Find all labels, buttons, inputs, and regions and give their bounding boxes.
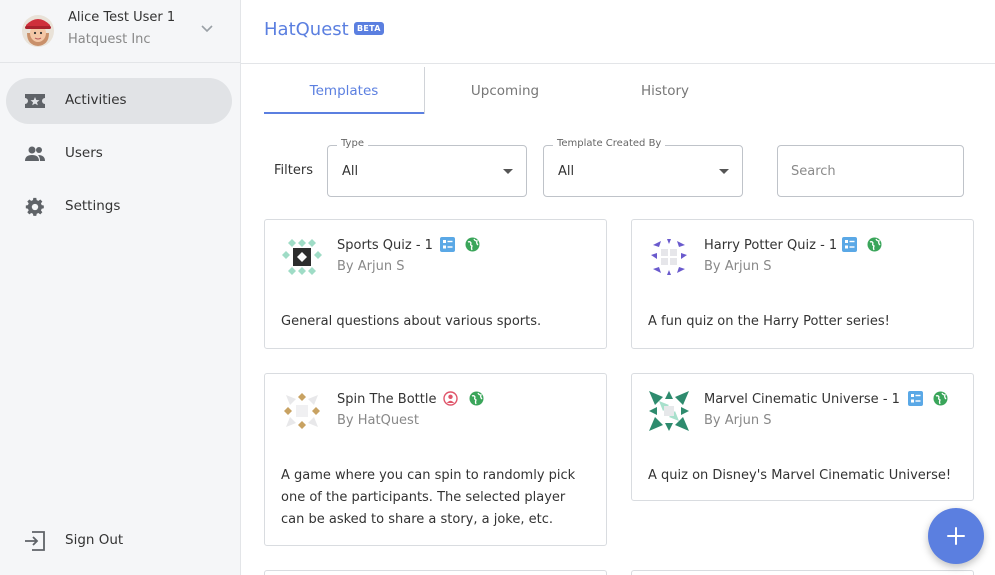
- dropdown-arrow-icon: [719, 169, 729, 174]
- sidebar-item-activities[interactable]: Activities: [6, 78, 232, 124]
- card-author: By HatQuest: [337, 413, 419, 428]
- card-title: Sports Quiz - 1: [337, 238, 433, 253]
- card-title: Harry Potter Quiz - 1: [704, 238, 838, 253]
- add-template-button[interactable]: [928, 508, 984, 564]
- card-description: A fun quiz on the Harry Potter series!: [648, 314, 890, 329]
- user-org: Hatquest Inc: [68, 32, 151, 47]
- type-select[interactable]: Type All: [327, 138, 527, 197]
- tab-history[interactable]: History: [585, 67, 745, 114]
- header-divider: [241, 63, 995, 64]
- gear-icon: [25, 197, 44, 216]
- card-logo: [651, 239, 687, 275]
- avatar: [22, 15, 54, 47]
- ticket-star-icon: [25, 94, 45, 108]
- card-title: Marvel Cinematic Universe - 1: [704, 392, 900, 407]
- sidebar: Alice Test User 1 Hatquest Inc Activitie…: [0, 0, 241, 575]
- template-card[interactable]: Marvel Cinematic Universe - 1 By Arjun S…: [631, 373, 974, 501]
- tab-upcoming[interactable]: Upcoming: [425, 67, 585, 114]
- globe-icon: [469, 391, 484, 406]
- template-card[interactable]: [264, 570, 607, 575]
- globe-icon: [933, 391, 948, 406]
- quiz-icon: [842, 237, 857, 252]
- card-description: A quiz on Disney's Marvel Cinematic Univ…: [648, 468, 952, 483]
- beta-badge: BETA: [354, 22, 384, 35]
- sidebar-item-label: Activities: [65, 92, 127, 108]
- card-description: A game where you can spin to randomly pi…: [281, 468, 576, 527]
- search-input[interactable]: [777, 145, 964, 197]
- sign-out-icon: [25, 531, 45, 551]
- filters-label: Filters: [274, 163, 313, 178]
- card-logo: [282, 239, 322, 275]
- template-card[interactable]: [631, 570, 974, 575]
- type-select-legend: Type: [337, 138, 368, 149]
- template-card[interactable]: Sports Quiz - 1 By Arjun S General quest…: [264, 219, 607, 349]
- sidebar-item-users[interactable]: Users: [6, 131, 232, 177]
- card-author: By Arjun S: [704, 259, 772, 274]
- plus-icon: [947, 527, 965, 545]
- created-by-select-legend: Template Created By: [553, 138, 666, 149]
- card-author: By Arjun S: [704, 413, 772, 428]
- card-title: Spin The Bottle: [337, 392, 437, 407]
- quiz-icon: [440, 237, 455, 252]
- type-select-value: All: [342, 164, 359, 179]
- card-logo: [284, 393, 320, 429]
- card-description: General questions about various sports.: [281, 314, 542, 329]
- created-by-select[interactable]: Template Created By All: [543, 138, 743, 197]
- person-icon: [443, 391, 458, 406]
- template-card[interactable]: Spin The Bottle By HatQuest A game where…: [264, 373, 607, 546]
- card-logo: [649, 391, 689, 431]
- tab-templates[interactable]: Templates: [264, 67, 424, 114]
- chevron-down-icon[interactable]: [200, 24, 214, 34]
- sidebar-item-label: Settings: [65, 198, 121, 214]
- brand-logo[interactable]: HatQuest: [264, 19, 349, 40]
- sign-out-button[interactable]: Sign Out: [6, 518, 232, 564]
- sidebar-item-label: Users: [65, 145, 103, 161]
- globe-icon: [465, 237, 480, 252]
- sign-out-label: Sign Out: [65, 532, 124, 548]
- created-by-select-value: All: [558, 164, 575, 179]
- user-name: Alice Test User 1: [68, 10, 176, 25]
- quiz-icon: [908, 391, 923, 406]
- user-account-switcher[interactable]: Alice Test User 1 Hatquest Inc: [0, 0, 240, 63]
- card-author: By Arjun S: [337, 259, 405, 274]
- dropdown-arrow-icon: [503, 169, 513, 174]
- template-card[interactable]: Harry Potter Quiz - 1 By Arjun S A fun q…: [631, 219, 974, 349]
- globe-icon: [867, 237, 882, 252]
- people-icon: [25, 146, 45, 161]
- sidebar-item-settings[interactable]: Settings: [6, 184, 232, 230]
